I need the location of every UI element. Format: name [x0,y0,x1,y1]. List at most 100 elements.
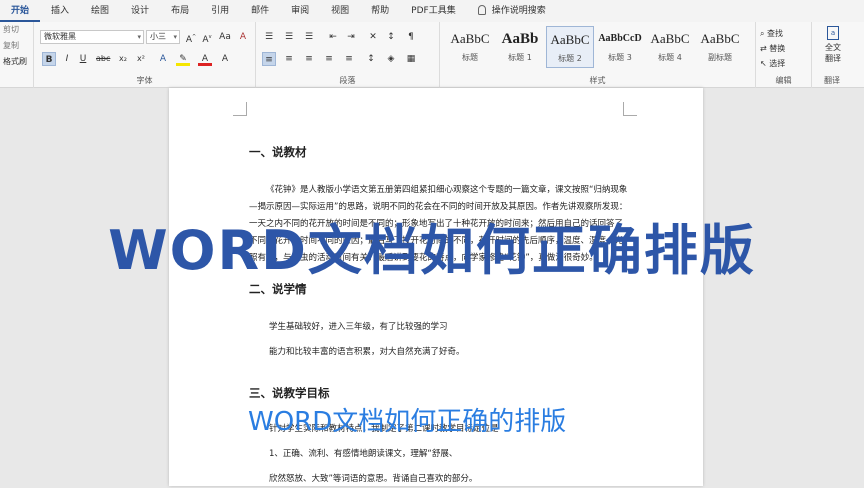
translate-label-2: 翻译 [825,54,841,63]
translate-button[interactable]: a 全文 翻译 [818,26,848,64]
numbering-icon[interactable]: ☰ [282,30,296,44]
find-button[interactable]: ⌕ 查找 [756,26,811,41]
paragraph: 能力和比较丰富的语言积累，对大自然充满了好奇。 [269,347,465,357]
tab-review[interactable]: 审阅 [280,0,320,22]
strikethrough-button[interactable]: abc [96,52,110,66]
grow-font-icon[interactable]: A^ [184,30,198,45]
style-name: 副标题 [708,53,732,62]
style-name: 标题 1 [508,53,532,62]
styles-group-label: 样式 [589,76,606,85]
margin-mark [233,102,247,116]
style-sample: AaBbC [550,32,590,47]
tab-home[interactable]: 开始 [0,0,41,22]
clear-format-icon[interactable]: A [236,30,250,44]
style-sample: AaBb [501,31,539,47]
style-title[interactable]: AaBbC 标题 [446,26,494,68]
overlay-title: WORD文档如何正确排版 [108,219,756,282]
word-window: 开始 插入 绘图 设计 布局 引用 邮件 审阅 视图 帮助 PDF工具集 操作说… [0,0,864,486]
sort-icon[interactable]: ↕ [384,30,398,44]
italic-button[interactable]: I [60,52,74,66]
highlight-icon[interactable]: ✎ [176,52,190,66]
underline-button[interactable]: U [76,52,90,66]
tab-insert[interactable]: 插入 [40,0,80,22]
char-shading-icon[interactable]: A [218,52,232,66]
font-name-value: 微软雅黑 [44,32,76,41]
tab-mailings[interactable]: 邮件 [240,0,280,22]
style-sample: AaBbC [700,31,740,46]
ribbon: 剪切 复制 格式刷 微软雅黑 ▾ 小三 ▾ A^ Av Aa A B I U abc… [0,22,864,88]
chevron-down-icon: ▾ [173,33,177,41]
align-right-icon[interactable]: ≡ [302,52,316,66]
change-case-icon[interactable]: Aa [218,30,232,44]
copy-button[interactable]: 复制 [0,38,33,54]
tab-references[interactable]: 引用 [200,0,240,22]
style-subtitle[interactable]: AaBbC 副标题 [696,26,744,68]
align-center-icon[interactable]: ≡ [282,52,296,66]
increase-indent-icon[interactable]: ⇥ [344,30,358,44]
cursor-icon: ↖ [760,59,770,68]
style-heading-1[interactable]: AaBb 标题 1 [496,26,544,68]
paragraph: 1、正确、流利、有感情地朗读课文，理解“舒展、 [269,449,458,459]
chevron-down-icon: ▾ [137,33,141,41]
distributed-icon[interactable]: ≡ [342,52,356,66]
tell-me-search[interactable]: 操作说明搜索 [467,0,557,22]
clipboard-group: 剪切 复制 格式刷 [0,22,34,88]
style-heading-2[interactable]: AaBbC 标题 2 [546,26,594,68]
font-group-label: 字体 [136,76,153,85]
text-effects-icon[interactable]: A [156,52,170,66]
font-name-select[interactable]: 微软雅黑 ▾ [40,30,144,44]
replace-button[interactable]: ⇄ 替换 [756,41,811,56]
heading-3: 三、说教学目标 [249,386,330,400]
ribbon-tabs: 开始 插入 绘图 设计 布局 引用 邮件 审阅 视图 帮助 PDF工具集 操作说… [0,0,864,22]
line-spacing-icon[interactable]: ↕ [364,52,378,66]
style-name: 标题 2 [558,54,582,63]
shrink-font-icon[interactable]: Av [200,30,214,45]
decrease-indent-icon[interactable]: ⇤ [326,30,340,44]
editing-group: ⌕ 查找 ⇄ 替换 ↖ 选择 编辑 [756,22,812,88]
editing-group-label: 编辑 [775,76,792,85]
tab-design[interactable]: 设计 [120,0,160,22]
vertical-scrollbar[interactable] [854,88,864,486]
overlay-subtitle: WORD文档如何正确的排版 [248,407,567,437]
chinese-layout-icon[interactable]: ✕ [366,30,380,44]
select-button[interactable]: ↖ 选择 [756,56,811,71]
show-marks-icon[interactable]: ¶ [404,30,418,44]
shading-icon[interactable]: ◈ [384,52,398,66]
bullets-icon[interactable]: ☰ [262,30,276,44]
margin-mark [623,102,637,116]
bold-button[interactable]: B [42,52,56,66]
style-sample: AaBbCcD [598,33,642,44]
style-heading-4[interactable]: AaBbC 标题 4 [646,26,694,68]
format-painter-button[interactable]: 格式刷 [0,54,33,70]
font-color-icon[interactable]: A [198,52,212,66]
select-label: 选择 [769,59,786,68]
align-left-icon[interactable]: ≡ [262,52,276,66]
multilevel-list-icon[interactable]: ☰ [302,30,316,44]
replace-icon: ⇄ [760,44,770,53]
tab-layout[interactable]: 布局 [160,0,200,22]
replace-label: 替换 [769,44,786,53]
subscript-button[interactable]: x₂ [116,52,130,66]
borders-icon[interactable]: ▦ [404,52,418,66]
justify-icon[interactable]: ≡ [322,52,336,66]
superscript-button[interactable]: x² [134,52,148,66]
font-group: 微软雅黑 ▾ 小三 ▾ A^ Av Aa A B I U abc x₂ x² A ✎… [34,22,256,88]
tab-help[interactable]: 帮助 [360,0,400,22]
translate-label-1: 全文 [825,43,841,52]
paragraph-group-label: 段落 [339,76,356,85]
style-sample: AaBbC [450,31,490,46]
translate-icon: a [827,26,839,40]
translate-group-label: 翻译 [824,76,840,85]
tab-pdf-tools[interactable]: PDF工具集 [400,0,467,22]
find-label: 查找 [767,29,784,38]
cut-button[interactable]: 剪切 [0,22,33,38]
style-name: 标题 [462,53,478,62]
style-name: 标题 4 [658,53,682,62]
translate-group: a 全文 翻译 翻译 [812,22,852,88]
style-heading-3[interactable]: AaBbCcD 标题 3 [596,26,644,68]
tab-draw[interactable]: 绘图 [80,0,120,22]
tab-view[interactable]: 视图 [320,0,360,22]
font-size-select[interactable]: 小三 ▾ [146,30,180,44]
paragraph: 欣然怒放、大致”等词语的意思。背诵自己喜欢的部分。 [269,474,478,484]
font-size-value: 小三 [150,32,166,41]
